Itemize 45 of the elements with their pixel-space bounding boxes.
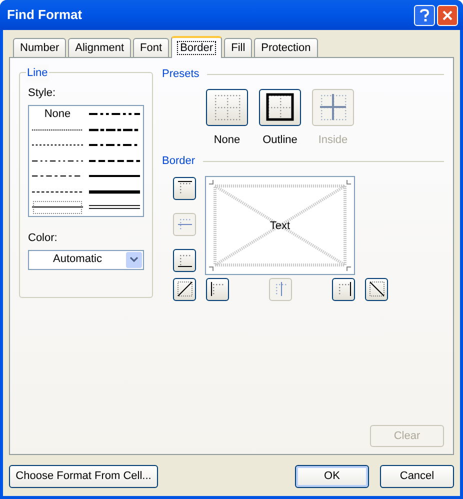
group-title: Presets	[162, 67, 200, 82]
no-border-icon	[212, 92, 242, 122]
border-toggle-button[interactable]	[206, 278, 229, 300]
horizontal-border-icon	[176, 216, 192, 232]
line-style-option[interactable]	[89, 203, 140, 212]
preset-label: Outline	[262, 132, 298, 148]
line-style-option[interactable]: None	[32, 106, 83, 122]
preset-button[interactable]	[259, 88, 301, 126]
color-label: Color:	[28, 231, 58, 246]
line-style-option[interactable]	[89, 188, 140, 196]
color-dropdown[interactable]: Automatic	[28, 250, 144, 270]
tab[interactable]: Alignment	[68, 38, 132, 57]
diagonal-border-icon	[368, 281, 384, 297]
border-toggle-button[interactable]	[173, 278, 196, 300]
preset-label: Inside	[318, 132, 348, 148]
border-toggle-button[interactable]	[173, 176, 196, 200]
bottom-border-icon	[176, 252, 192, 268]
close-button[interactable]	[437, 4, 458, 26]
dialog-button[interactable]: OK	[295, 465, 369, 488]
outline-border-icon	[265, 92, 295, 122]
dialog-button[interactable]: Cancel	[380, 465, 454, 488]
close-icon	[442, 10, 453, 20]
tab[interactable]: Font	[133, 38, 170, 57]
help-icon	[420, 8, 429, 22]
diagonal-border-icon	[176, 281, 192, 297]
style-label: Style:	[28, 86, 57, 101]
tab[interactable]: Fill	[224, 38, 252, 57]
preset-button[interactable]	[206, 88, 248, 126]
preset-label: None	[214, 132, 240, 148]
help-button[interactable]	[414, 4, 435, 26]
inside-border-icon	[318, 92, 348, 122]
line-style-list[interactable]: None	[28, 104, 144, 217]
dialog-button[interactable]: Choose Format From Cell...	[9, 465, 158, 488]
left-border-icon	[210, 281, 226, 297]
border-toggle-button[interactable]	[173, 248, 196, 272]
tab[interactable]: Number	[13, 38, 66, 57]
group-title: Line	[26, 65, 49, 82]
tab[interactable]: Protection	[254, 38, 318, 57]
top-border-icon	[176, 180, 192, 196]
border-toggle-button[interactable]	[365, 278, 388, 300]
tab[interactable]: Border	[171, 36, 222, 58]
border-toggle-button[interactable]	[332, 278, 355, 300]
window-title: Find Format	[7, 6, 84, 24]
group-title: Border	[162, 154, 196, 169]
preview-text: Text	[268, 218, 292, 234]
